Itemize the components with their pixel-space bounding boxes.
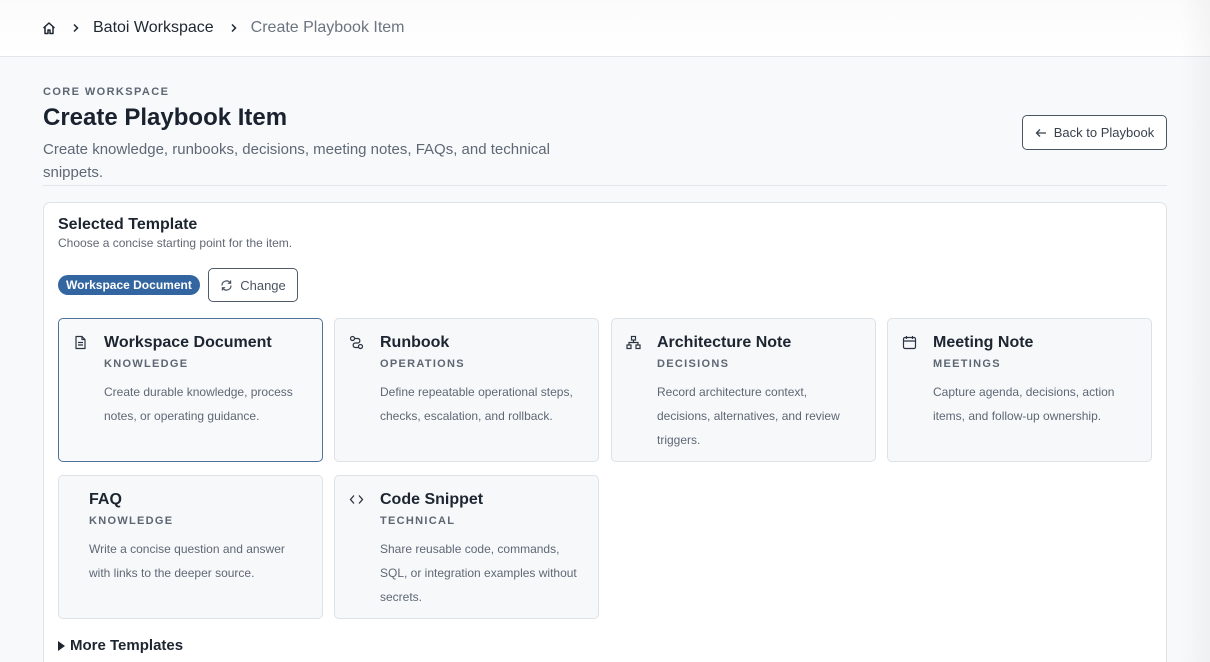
template-category: OPERATIONS	[380, 358, 465, 370]
breadcrumb-current: Create Playbook Item	[250, 19, 405, 36]
template-card-code-snippet[interactable]: Code Snippet TECHNICAL Share reusable co…	[334, 475, 599, 619]
template-title: Workspace Document	[104, 334, 272, 351]
panel-subtitle: Choose a concise starting point for the …	[58, 236, 293, 250]
right-edge-shade	[1180, 0, 1210, 662]
template-title: FAQ	[89, 491, 122, 508]
template-card-meeting-note[interactable]: Meeting Note MEETINGS Capture agenda, de…	[887, 318, 1152, 462]
page-eyebrow: CORE WORKSPACE	[43, 86, 170, 98]
page-title: Create Playbook Item	[43, 104, 288, 131]
selected-template-badge: Workspace Document	[58, 275, 200, 295]
template-title: Runbook	[380, 334, 450, 351]
template-card-runbook[interactable]: Runbook OPERATIONS Define repeatable ope…	[334, 318, 599, 462]
arrow-left-icon	[1035, 128, 1047, 138]
more-templates-toggle[interactable]: More Templates	[58, 637, 183, 654]
page-description: Create knowledge, runbooks, decisions, m…	[43, 141, 550, 181]
code-icon	[349, 492, 364, 507]
more-templates-label: More Templates	[70, 637, 184, 654]
template-description: Write a concise question and answer with…	[89, 542, 285, 580]
template-description: Create durable knowledge, process notes,…	[104, 385, 293, 423]
template-title: Code Snippet	[380, 491, 484, 508]
template-panel: Selected Template Choose a concise start…	[43, 202, 1167, 662]
template-title: Architecture Note	[657, 334, 792, 351]
calendar-icon	[902, 335, 917, 350]
back-button-label: Back to Playbook	[1053, 125, 1155, 140]
document-icon	[73, 335, 88, 350]
template-description: Record architecture context, decisions, …	[657, 385, 840, 447]
template-category: MEETINGS	[933, 358, 1001, 370]
hierarchy-icon	[626, 335, 641, 350]
template-title: Meeting Note	[933, 334, 1034, 351]
template-category: KNOWLEDGE	[104, 358, 189, 370]
template-card-architecture-note[interactable]: Architecture Note DECISIONS Record archi…	[611, 318, 876, 462]
chevron-right-icon	[229, 23, 239, 33]
page-header: CORE WORKSPACE Create Playbook Item Crea…	[43, 86, 1167, 184]
change-template-button[interactable]: Change	[208, 268, 298, 302]
template-category: KNOWLEDGE	[89, 515, 174, 527]
back-to-playbook-button[interactable]: Back to Playbook	[1022, 115, 1167, 150]
change-button-label: Change	[240, 277, 286, 293]
template-card-faq[interactable]: FAQ KNOWLEDGE Write a concise question a…	[58, 475, 323, 619]
template-card-workspace-document[interactable]: Workspace Document KNOWLEDGE Create dura…	[58, 318, 323, 462]
refresh-icon	[220, 279, 233, 292]
template-description: Capture agenda, decisions, action items,…	[933, 385, 1115, 423]
template-description: Share reusable code, commands, SQL, or i…	[380, 542, 577, 604]
breadcrumb-workspace[interactable]: Batoi Workspace	[93, 19, 214, 37]
template-description: Define repeatable operational steps, che…	[380, 385, 573, 423]
route-icon	[349, 335, 364, 350]
divider	[43, 185, 1167, 186]
panel-title: Selected Template	[58, 216, 198, 233]
template-category: DECISIONS	[657, 358, 730, 370]
template-category: TECHNICAL	[380, 515, 456, 527]
chevron-right-icon	[71, 23, 81, 33]
home-icon[interactable]	[42, 21, 56, 35]
disclosure-triangle-icon	[58, 640, 65, 651]
top-bar: Batoi Workspace Create Playbook Item	[0, 0, 1210, 57]
